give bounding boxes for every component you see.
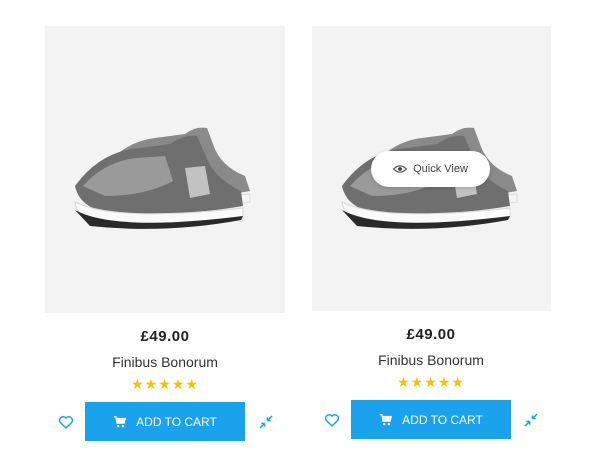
cart-icon [380,413,393,425]
add-to-cart-label: ADD TO CART [136,414,217,429]
product-price: £49.00 [406,326,456,343]
product-image[interactable] [45,26,285,313]
product-card: Quick View £49.00 Finibus Bonorum ★★★★★ … [266,0,551,465]
rating-stars: ★★★★★ [397,374,465,390]
add-to-cart-label: ADD TO CART [402,412,483,427]
product-name[interactable]: Finibus Bonorum [32,354,298,370]
heart-icon[interactable] [57,413,75,431]
product-card: £49.00 Finibus Bonorum ★★★★★ ADD TO CART [0,0,285,465]
add-to-cart-button[interactable]: ADD TO CART [351,400,511,439]
eye-icon [393,165,408,173]
compare-icon[interactable] [523,412,539,428]
quick-view-button[interactable]: Quick View [371,151,490,187]
add-to-cart-button[interactable]: ADD TO CART [85,402,245,441]
product-name[interactable]: Finibus Bonorum [298,352,564,368]
sneaker-image [74,127,251,229]
rating-stars: ★★★★★ [131,376,199,392]
heart-icon[interactable] [323,411,341,429]
product-price: £49.00 [140,328,190,345]
quick-view-label: Quick View [413,163,468,175]
cart-icon [114,415,127,427]
